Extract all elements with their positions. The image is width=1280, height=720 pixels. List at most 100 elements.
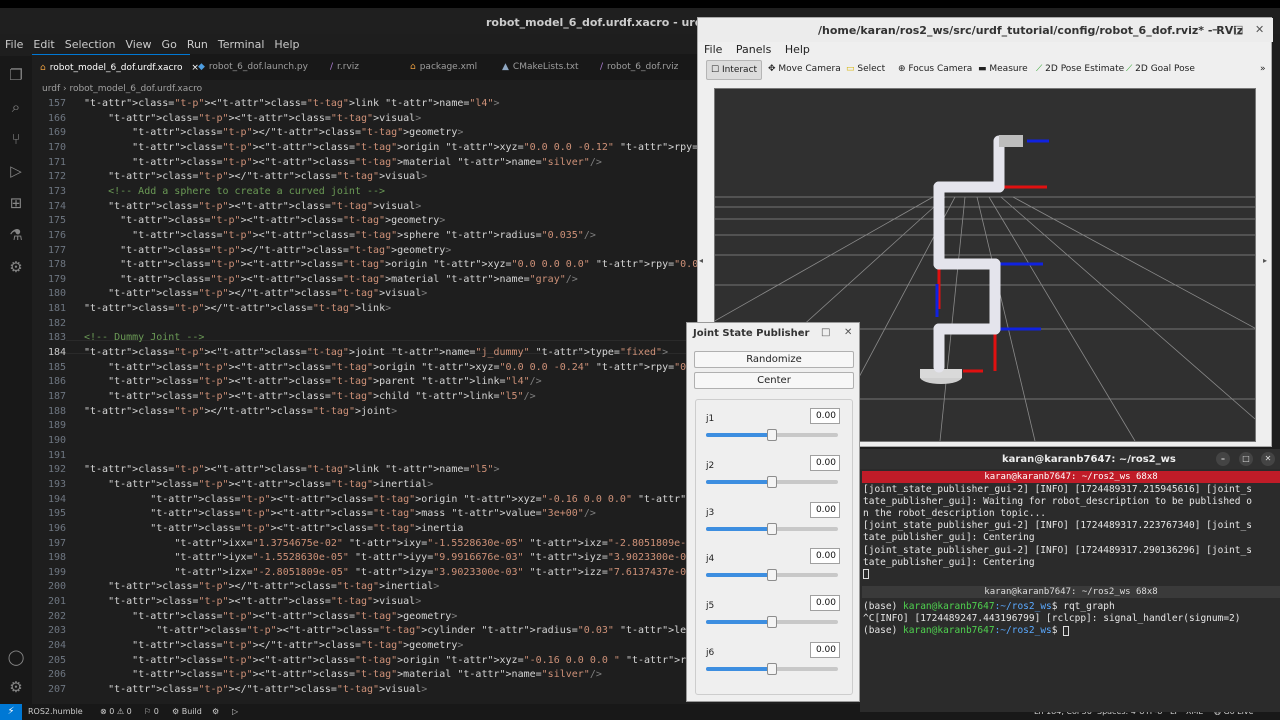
code-line: "t-attr">class="t-p"><"t-attr">class="t-… [132,610,458,622]
testing-icon[interactable]: ⚗ [7,226,25,244]
pane1-titlebar[interactable]: karan@karanb7647: ~/ros2_ws 68x8 [862,471,1280,483]
line-number: 202 [47,610,66,622]
status-problems[interactable]: ⊗ 0 ⚠ 0 [100,707,132,716]
joint-slider[interactable] [706,522,838,535]
right-panel-handle-icon[interactable]: ▸ [1263,256,1267,265]
code-line: "t-attr">class="t-p"><"t-attr">class="t-… [132,141,788,153]
account-icon[interactable]: ◯ [7,648,25,666]
close-icon[interactable]: ✕ [844,327,852,338]
explorer-icon[interactable]: ❐ [7,66,25,84]
menu-go[interactable]: Go [157,36,182,56]
run-debug-icon[interactable]: ▷ [7,162,25,180]
joint-slider[interactable] [706,569,838,582]
tab-launch-py[interactable]: ◆ robot_6_dof.launch.py [198,54,308,80]
close-icon[interactable]: ✕ [1261,452,1275,466]
tab-cmakelists[interactable]: ▲ CMakeLists.txt [502,54,579,80]
menu-help[interactable]: Help [269,36,304,56]
source-control-icon[interactable]: ⑂ [7,130,25,148]
joint-value-input[interactable]: 0.00 [810,642,840,658]
status-ports[interactable]: ⚐ 0 [144,707,159,716]
line-number: 192 [47,464,66,476]
menu-run[interactable]: Run [182,36,213,56]
search-icon[interactable]: ⌕ [7,98,25,116]
toolbar-more[interactable]: » [1256,60,1270,80]
joint-slider[interactable] [706,616,838,629]
tab-package-xml[interactable]: ⌂ package.xml [410,54,477,80]
slider-handle[interactable] [767,569,777,582]
tool-focus-camera[interactable]: ⊕ Focus Camera [894,60,976,80]
menu-terminal[interactable]: Terminal [213,36,270,56]
minimize-icon[interactable]: – [1212,23,1218,36]
maximize-icon[interactable]: □ [821,327,830,338]
randomize-button[interactable]: Randomize [694,351,854,368]
activity-bar: ❐ ⌕ ⑂ ▷ ⊞ ⚗ ⚙ ◯ ⚙ [0,56,32,704]
slider-handle[interactable] [767,429,777,441]
line-number: 178 [47,259,66,271]
joint-state-publisher-window: Joint State Publisher – □ ✕ Randomize Ce… [686,322,860,702]
joint-slider[interactable] [706,429,838,441]
center-button[interactable]: Center [694,372,854,389]
close-icon[interactable]: ✕ [1255,23,1264,36]
tool-measure[interactable]: ▬ Measure [974,60,1032,80]
code-editor[interactable]: 157 "t-attr">class="t-p"><"t-attr">class=… [32,96,819,704]
joint-value-input[interactable]: 0.00 [810,408,840,424]
slider-fill [706,573,772,578]
joint-value-input[interactable]: 0.00 [810,548,840,565]
run-icon[interactable]: ▷ [232,707,238,716]
code-line: "t-attr">class="t-p"><"t-attr">class="t-… [132,669,602,681]
line-number: 169 [47,127,66,139]
robot-end-effector [999,135,1023,147]
status-remote[interactable]: ROS2.humble [28,707,83,716]
tab-robot-rviz[interactable]: / robot_6_dof.rviz [600,54,678,80]
debug-icon[interactable]: ⚙ [212,707,219,716]
slider-handle[interactable] [767,522,777,535]
minimize-icon[interactable]: – [799,327,804,338]
menu-selection[interactable]: Selection [60,36,121,56]
joint-slider[interactable] [706,475,838,488]
tab-robot-model-xacro[interactable]: ⌂ robot_model_6_dof.urdf.xacro × [32,54,199,80]
joint-value-input[interactable]: 0.00 [810,501,840,518]
breadcrumb[interactable]: urdf › robot_model_6_dof.urdf.xacro [42,84,202,94]
terminal-cursor [1063,625,1070,636]
status-build[interactable]: ⚙ Build [172,707,202,716]
menu-view[interactable]: View [120,36,156,56]
terminal-window: karan@karanb7647: ~/ros2_ws – □ ✕ karan@… [860,449,1280,712]
xml-file-icon: ⌂ [410,62,416,72]
menu-file[interactable]: File [0,36,28,56]
tool-2d-goal-pose[interactable]: ⟋ 2D Goal Pose [1122,60,1199,80]
line-number: 191 [47,449,66,461]
line-number: 179 [47,273,66,285]
line-number: 171 [47,156,66,168]
tab-r-rviz[interactable]: / r.rviz [330,54,359,80]
code-line: "t-attr">class="t-p"><"t-attr">class="t-… [120,215,446,227]
pane2-titlebar[interactable]: karan@karanb7647: ~/ros2_ws 68x8 [862,586,1280,598]
joint-slider[interactable] [706,663,838,675]
slider-handle[interactable] [767,475,777,488]
manage-gear-icon[interactable]: ⚙ [7,678,25,696]
tool-2d-pose-estimate[interactable]: ⟋ 2D Pose Estimate [1032,60,1128,80]
line-number: 205 [47,654,66,666]
rviz-menu-file[interactable]: File [704,43,722,56]
code-line: "t-attr">class="t-p"><"t-attr">class="t-… [150,508,596,520]
slider-handle[interactable] [767,663,777,675]
rviz-menu-panels[interactable]: Panels [736,43,771,56]
maximize-icon[interactable]: □ [1239,452,1253,466]
joint-value-input[interactable]: 0.00 [810,454,840,471]
line-number: 203 [47,625,66,637]
maximize-icon[interactable]: □ [1233,23,1243,36]
extensions-icon[interactable]: ⊞ [7,194,25,212]
tool-select[interactable]: ▭ Select [842,60,889,80]
minimize-icon[interactable]: – [1216,452,1230,466]
tool-interact[interactable]: ☐ Interact [706,60,763,80]
tool-move-camera[interactable]: ✥ Move Camera [764,60,845,80]
rviz-menu-help[interactable]: Help [785,43,810,56]
left-panel-handle-icon[interactable]: ◂ [699,256,703,265]
joint-value-input[interactable]: 0.00 [810,595,840,612]
slider-handle[interactable] [767,616,777,629]
terminal-line: ^C[INFO] [1724489247.443196799] [rclcpp]… [863,613,1241,624]
menu-edit[interactable]: Edit [28,36,59,56]
vscode-menubar: File Edit Selection View Go Run Terminal… [0,36,304,56]
ros-icon[interactable]: ⚙ [7,258,25,276]
remote-icon[interactable]: ⚡ [0,704,22,720]
line-number: 196 [47,522,66,534]
